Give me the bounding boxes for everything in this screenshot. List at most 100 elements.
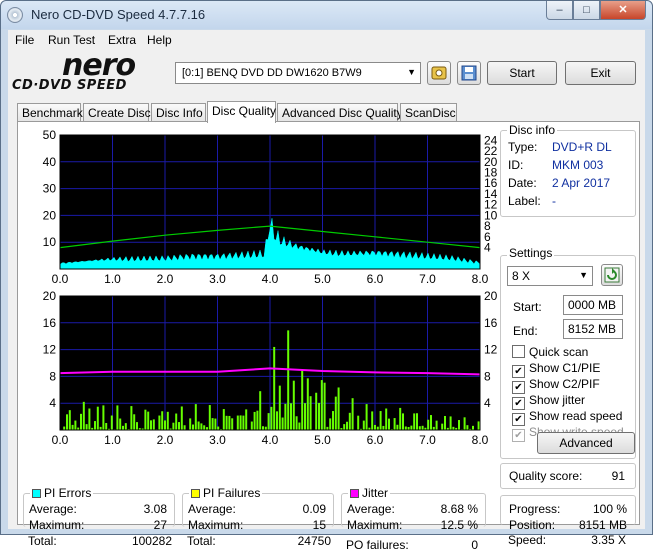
title-bar[interactable]: Nero CD-DVD Speed 4.7.7.16 – □ ✕ — [1, 1, 652, 29]
pi-failures-bar — [279, 386, 281, 430]
pi-failures-bar — [273, 347, 275, 430]
start-field[interactable]: 0000 MB — [563, 295, 623, 315]
pi-failures-bar — [450, 416, 452, 430]
pi-failures-bar — [181, 406, 183, 430]
y2-tick-label: 16 — [484, 316, 498, 330]
x-tick-label: 7.0 — [419, 272, 436, 286]
pi-failures-bar — [74, 421, 76, 430]
pi-failures-bar — [161, 411, 163, 430]
pi-failures-bar — [254, 412, 256, 430]
pi-failures-bar — [144, 410, 146, 430]
pi-failures-bar — [394, 418, 396, 430]
start-button[interactable]: Start — [487, 61, 557, 85]
tab-advanced-disc-quality[interactable]: Advanced Disc Quality — [277, 103, 398, 122]
pi-failures-bar — [416, 413, 418, 430]
advanced-button[interactable]: Advanced — [537, 432, 635, 454]
end-field[interactable]: 8152 MB — [563, 319, 623, 339]
menu-run-test[interactable]: Run Test — [48, 33, 95, 47]
pi-failures-bar — [464, 417, 466, 430]
y-tick-label: 30 — [43, 182, 57, 196]
pi-failures-bar — [83, 402, 85, 430]
client-area: File Run Test Extra Help nero CD·DVD SPE… — [8, 30, 645, 529]
pi-failures-bar — [80, 414, 82, 430]
menu-file[interactable]: File — [15, 33, 34, 47]
show-c1-checkbox[interactable]: ✔Show C1/PIE — [512, 361, 600, 378]
pi-failures-bar — [111, 416, 113, 430]
pi-failures-bar — [343, 424, 345, 430]
eject-button[interactable] — [427, 61, 451, 85]
x-tick-label: 8.0 — [472, 433, 489, 447]
show-read-speed-checkbox[interactable]: ✔Show read speed — [512, 409, 622, 426]
tab-disc-info[interactable]: Disc Info — [151, 103, 206, 122]
pi-failures-bar — [122, 426, 124, 430]
pi-failures-bar — [259, 391, 261, 430]
maximize-button[interactable]: □ — [573, 1, 600, 20]
pi-failures-bar — [396, 425, 398, 430]
pi-failures-bar — [388, 419, 390, 430]
y-tick-label: 4 — [49, 396, 56, 410]
show-c2-checkbox[interactable]: ✔Show C2/PIF — [512, 377, 600, 394]
close-button[interactable]: ✕ — [600, 1, 646, 20]
y2-tick-label: 8 — [484, 369, 491, 383]
y2-tick-label: 24 — [484, 133, 498, 147]
exit-button[interactable]: Exit — [565, 61, 636, 85]
position-value: 8151 MB — [579, 518, 627, 532]
y-tick-label: 20 — [43, 208, 57, 222]
y-tick-label: 40 — [43, 155, 57, 169]
settings-caption: Settings — [507, 246, 554, 260]
pi-failures-bar — [436, 421, 438, 430]
refresh-speed-button[interactable] — [601, 264, 623, 286]
show-jitter-checkbox[interactable]: ✔Show jitter — [512, 393, 585, 410]
disc-info-caption: Disc info — [507, 123, 557, 137]
pi-failures-bar — [363, 421, 365, 430]
tab-create-disc[interactable]: Create Disc — [83, 103, 149, 122]
menu-extra[interactable]: Extra — [108, 33, 136, 47]
pi-failures-bar — [130, 406, 132, 430]
drive-select[interactable]: [0:1] BENQ DVD DD DW1620 B7W9 ▼ — [175, 62, 421, 84]
tab-scandisc[interactable]: ScanDisc — [400, 103, 457, 122]
pi-failures-bar — [338, 387, 340, 430]
pi-failures-bar — [441, 424, 443, 430]
pi-failures-bar — [310, 396, 312, 430]
menu-help[interactable]: Help — [147, 33, 172, 47]
x-tick-label: 6.0 — [367, 272, 384, 286]
cd-icon — [7, 7, 23, 23]
settings-group: Settings 8 X ▼ Start: 0000 MB End: 8152 … — [500, 255, 636, 459]
pi-failures-bar — [298, 423, 300, 430]
speed-select[interactable]: 8 X ▼ — [507, 266, 593, 286]
disc-type: DVD+R DL — [552, 140, 612, 154]
pi-failures-bar — [251, 422, 253, 430]
x-tick-label: 8.0 — [472, 272, 489, 286]
tab-benchmark[interactable]: Benchmark — [17, 103, 81, 122]
pi-failures-bar — [385, 409, 387, 430]
pi-failures-bar — [223, 409, 225, 430]
pi-failures-bar — [366, 404, 368, 430]
pi-failures-bar — [410, 426, 412, 430]
quick-scan-checkbox[interactable]: Quick scan — [512, 345, 588, 359]
save-button[interactable] — [457, 61, 481, 85]
x-tick-label: 1.0 — [104, 272, 121, 286]
tab-disc-quality[interactable]: Disc Quality — [207, 101, 276, 123]
menu-bar: File Run Test Extra Help — [8, 30, 645, 50]
y-tick-label: 20 — [43, 289, 57, 303]
y-tick-label: 12 — [43, 343, 57, 357]
y-tick-label: 50 — [43, 128, 57, 142]
pi-failures-bar — [178, 422, 180, 430]
pi-failures-caption: PI Failures — [189, 486, 262, 500]
pi-failures-bar — [282, 418, 284, 430]
pi-failures-bar — [125, 423, 127, 430]
x-tick-label: 6.0 — [367, 433, 384, 447]
pi-failures-bar — [240, 415, 242, 430]
pi-errors-swatch — [32, 489, 41, 498]
x-tick-label: 3.0 — [209, 433, 226, 447]
x-tick-label: 4.0 — [262, 433, 279, 447]
pi-failures-bar — [200, 423, 202, 430]
minimize-button[interactable]: – — [546, 1, 573, 20]
pi-failures-bar — [402, 413, 404, 430]
y2-tick-label: 4 — [484, 396, 491, 410]
pi-failures-bar — [94, 421, 96, 430]
pi-failures-bar — [97, 407, 99, 430]
pi-failures-bar — [209, 405, 211, 430]
progress-group: Progress: 100 % Position: 8151 MB — [500, 495, 636, 525]
quality-score: 91 — [612, 469, 625, 483]
